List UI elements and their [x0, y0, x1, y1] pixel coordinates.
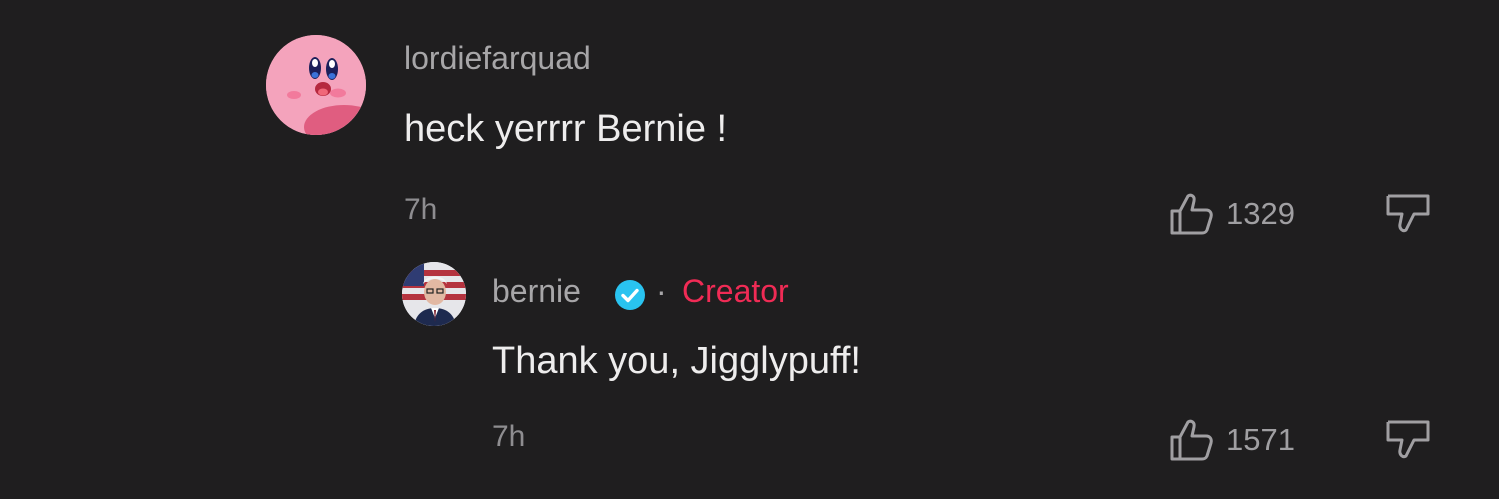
thumbs-up-icon	[1170, 419, 1213, 461]
reply-dislike-button[interactable]	[1384, 418, 1432, 469]
dislike-button[interactable]	[1384, 192, 1432, 243]
pink-character-avatar-icon	[266, 35, 366, 135]
comment-thread: lordiefarquad heck yerrrr Bernie ! 7h 13…	[0, 0, 1499, 499]
thumbs-up-icon	[1170, 193, 1213, 235]
profile-photo-avatar-icon	[402, 262, 466, 326]
thumbs-down-icon	[1386, 194, 1430, 233]
reply-avatar[interactable]	[402, 262, 466, 326]
reply-like-count: 1571	[1226, 422, 1295, 457]
commenter-username[interactable]: lordiefarquad	[404, 40, 591, 77]
reply-timestamp: 7h	[492, 420, 526, 453]
like-count: 1329	[1226, 196, 1295, 231]
thumbs-down-icon	[1386, 420, 1430, 459]
reply-like-button[interactable]: 1571	[1168, 418, 1295, 462]
separator-dot: ·	[656, 273, 667, 309]
reply-text: Thank you, Jigglypuff!	[492, 340, 861, 382]
reply-username[interactable]: bernie	[492, 273, 581, 310]
comment-text: heck yerrrr Bernie !	[404, 108, 728, 150]
creator-badge: Creator	[682, 273, 789, 309]
verified-check-icon	[615, 280, 645, 310]
commenter-avatar[interactable]	[266, 35, 366, 135]
like-button[interactable]: 1329	[1168, 192, 1295, 236]
comment-timestamp: 7h	[404, 193, 438, 226]
